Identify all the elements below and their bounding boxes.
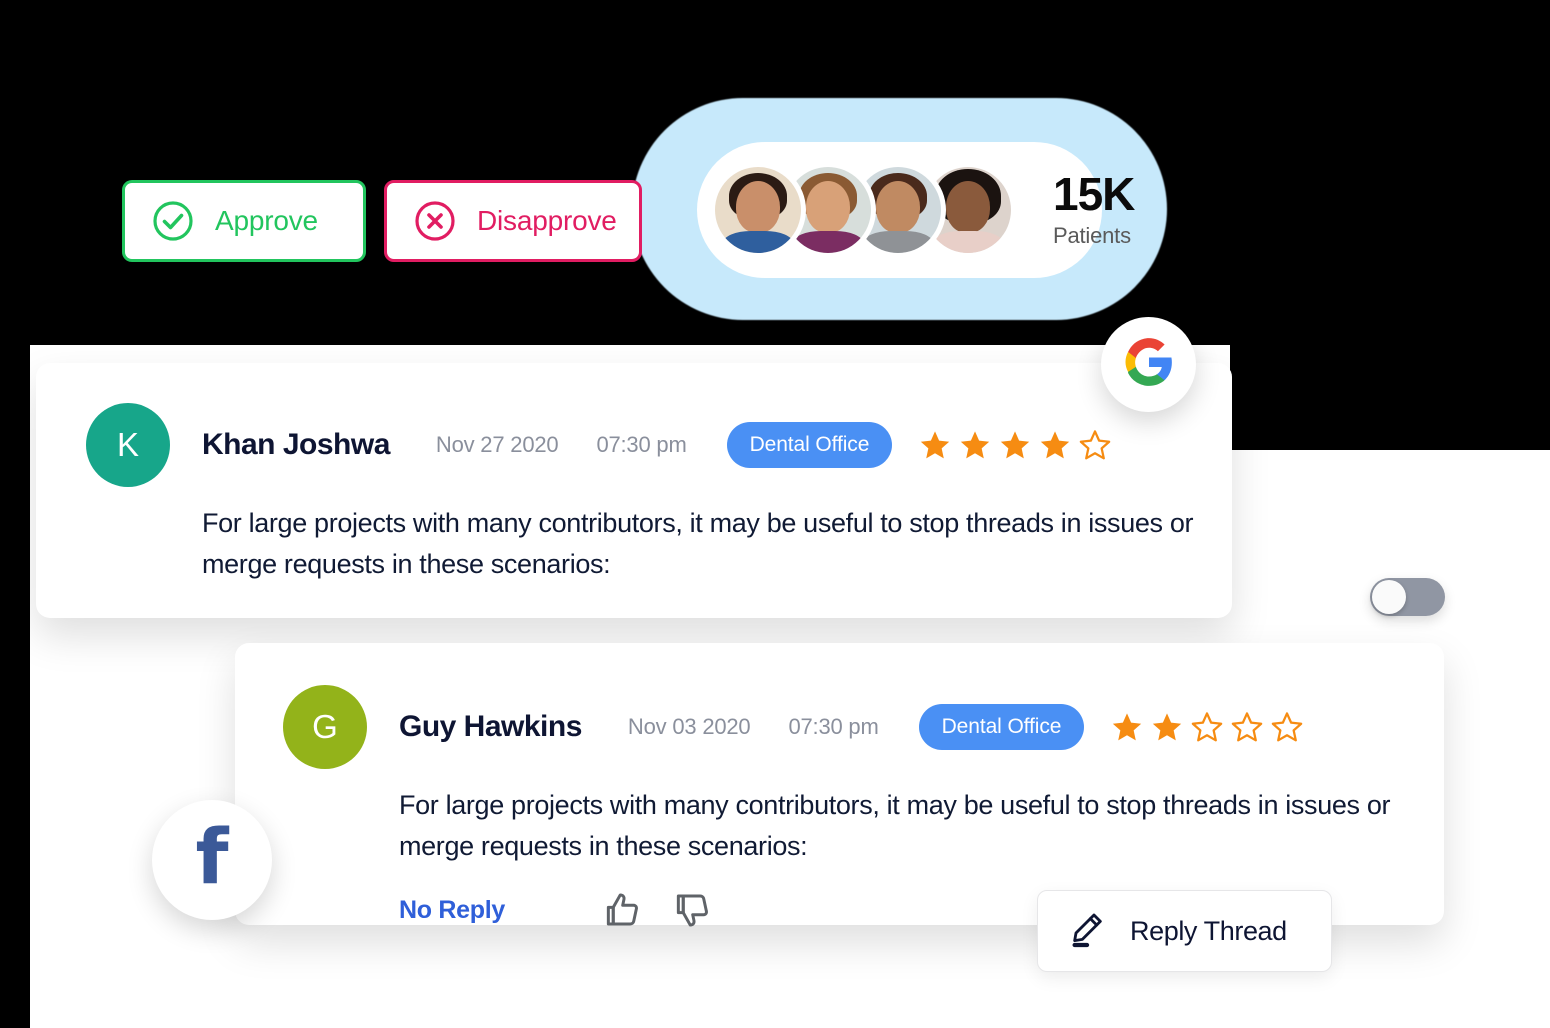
review-time: 07:30 pm xyxy=(788,714,879,739)
patients-label: Patients xyxy=(1053,223,1131,248)
approve-button[interactable]: Approve xyxy=(122,180,366,262)
star-filled-icon[interactable] xyxy=(1110,710,1144,744)
facebook-icon: f xyxy=(195,812,229,901)
avatar-initial: K xyxy=(116,426,139,463)
thumbs-up-icon[interactable] xyxy=(601,889,643,931)
review-time: 07:30 pm xyxy=(596,432,687,457)
settings-toggle[interactable] xyxy=(1370,578,1445,616)
reviewer-name: Guy Hawkins xyxy=(399,710,582,743)
review-card: G Guy Hawkins Nov 03 2020 07:30 pm Denta… xyxy=(235,643,1444,927)
star-filled-icon[interactable] xyxy=(998,428,1032,462)
star-empty-icon[interactable] xyxy=(1190,710,1224,744)
canvas: Approve Disapprove 15K Patients K Khan J… xyxy=(0,0,1550,1028)
review-card: K Khan Joshwa Nov 27 2020 07:30 pm Denta… xyxy=(36,363,1232,618)
review-body: For large projects with many contributor… xyxy=(399,790,1391,862)
x-circle-icon xyxy=(413,199,457,243)
check-circle-icon xyxy=(151,199,195,243)
disapprove-button[interactable]: Disapprove xyxy=(384,180,642,262)
feedback-buttons xyxy=(601,889,713,931)
star-filled-icon[interactable] xyxy=(918,428,952,462)
reply-thread-label: Reply Thread xyxy=(1130,915,1287,946)
star-filled-icon[interactable] xyxy=(1150,710,1184,744)
status-badge: Dental Office xyxy=(726,422,893,468)
review-date: Nov 27 2020 xyxy=(435,432,559,457)
status-badge: Dental Office xyxy=(918,704,1085,750)
review-header: G Guy Hawkins Nov 03 2020 07:30 pm Denta… xyxy=(235,643,1444,769)
rating-stars[interactable] xyxy=(918,428,1112,462)
review-body: For large projects with many contributor… xyxy=(202,508,1194,580)
pencil-icon xyxy=(1068,909,1108,954)
patients-badge: 15K Patients xyxy=(697,142,1135,278)
moderation-actions: Approve Disapprove xyxy=(122,180,642,262)
patient-avatar-group xyxy=(715,167,1011,253)
patient-avatar-1 xyxy=(715,167,801,253)
google-icon xyxy=(1123,336,1175,393)
reviewer-name: Khan Joshwa xyxy=(202,428,390,461)
facebook-logo-badge: f xyxy=(152,800,272,920)
avatar-initial: G xyxy=(312,708,338,745)
thumbs-down-icon[interactable] xyxy=(671,889,713,931)
no-reply-link[interactable]: No Reply xyxy=(399,896,505,925)
review-header: K Khan Joshwa Nov 27 2020 07:30 pm Denta… xyxy=(36,363,1232,487)
star-filled-icon[interactable] xyxy=(1038,428,1072,462)
reply-thread-button[interactable]: Reply Thread xyxy=(1037,890,1332,972)
star-empty-icon[interactable] xyxy=(1230,710,1264,744)
patients-count: 15K xyxy=(1053,168,1135,220)
approve-label: Approve xyxy=(215,205,318,236)
star-filled-icon[interactable] xyxy=(958,428,992,462)
patients-stats: 15K Patients xyxy=(1053,168,1135,249)
star-empty-icon[interactable] xyxy=(1270,710,1304,744)
rating-stars[interactable] xyxy=(1110,710,1304,744)
avatar: G xyxy=(283,685,367,769)
google-logo-badge xyxy=(1101,317,1196,412)
review-date: Nov 03 2020 xyxy=(627,714,751,739)
star-empty-icon[interactable] xyxy=(1078,428,1112,462)
avatar: K xyxy=(86,403,170,487)
disapprove-label: Disapprove xyxy=(477,205,617,236)
toggle-knob xyxy=(1372,580,1406,614)
